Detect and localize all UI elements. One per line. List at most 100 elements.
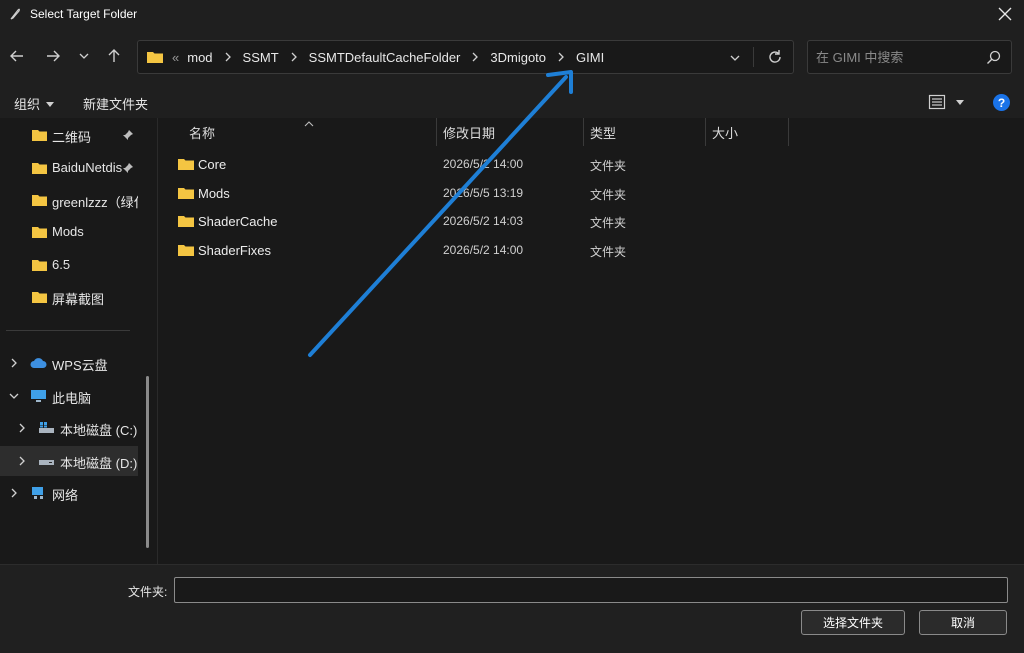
sidebar-item-this-pc[interactable]: 此电脑: [0, 381, 138, 411]
column-header-size[interactable]: 大小: [712, 118, 738, 146]
sidebar-item-wps-cloud[interactable]: WPS云盘: [0, 348, 138, 378]
breadcrumb-ssmt[interactable]: SSMT: [239, 50, 283, 65]
column-header-date[interactable]: 修改日期: [443, 118, 495, 146]
sidebar-item-baidunetdisk[interactable]: BaiduNetdisk: [0, 153, 138, 183]
sidebar-item-greenlzzz[interactable]: greenlzzz（绿化: [0, 185, 138, 215]
breadcrumb-mod[interactable]: mod: [183, 50, 216, 65]
sidebar-item-label: 屏幕截图: [52, 292, 105, 307]
sidebar-item-6-5[interactable]: 6.5: [0, 250, 138, 280]
sidebar-item-label: greenlzzz（绿化: [52, 195, 138, 210]
recent-locations-button[interactable]: [73, 45, 95, 67]
chevron-right-icon[interactable]: [16, 422, 28, 434]
folder-icon: [178, 188, 194, 199]
address-bar[interactable]: « mod SSMT SSMTDefaultCacheFolder 3Dmigo…: [137, 40, 794, 74]
chevron-down-icon[interactable]: [8, 390, 20, 402]
new-folder-label: 新建文件夹: [83, 97, 149, 112]
cloud-icon: [30, 358, 47, 368]
sidebar-item-mods[interactable]: Mods: [0, 217, 138, 247]
sidebar-item-label: WPS云盘: [52, 358, 108, 373]
column-divider[interactable]: [436, 118, 437, 146]
sort-ascending-icon: [304, 121, 314, 127]
column-divider[interactable]: [788, 118, 789, 146]
caret-down-icon: [46, 101, 55, 107]
column-divider[interactable]: [583, 118, 584, 146]
chevron-down-icon: [79, 53, 89, 59]
file-date: 2026/5/2 14:03: [443, 214, 524, 228]
sidebar-item-drive-c[interactable]: 本地磁盘 (C:): [0, 413, 138, 443]
file-type: 文件夹: [590, 216, 627, 230]
folder-icon: [32, 260, 47, 271]
change-view-button[interactable]: [928, 93, 968, 111]
sidebar-item-label: 二维码: [52, 130, 92, 145]
computer-icon: [31, 390, 46, 402]
column-header-name[interactable]: 名称: [189, 118, 215, 146]
refresh-icon[interactable]: [766, 48, 784, 66]
new-folder-button[interactable]: 新建文件夹: [83, 94, 148, 113]
arrow-right-icon: [47, 50, 60, 62]
navigation-pane: 二维码 BaiduNetdisk greenlzzz（绿化 Mods 6.5 屏…: [0, 118, 157, 564]
chevron-right-icon[interactable]: [8, 357, 20, 369]
folder-icon: [178, 159, 194, 170]
pin-icon[interactable]: [122, 162, 134, 174]
search-icon[interactable]: [986, 50, 1001, 65]
sidebar-item-network[interactable]: 网络: [0, 478, 138, 508]
sidebar-item-screenshots[interactable]: 屏幕截图: [0, 282, 138, 312]
back-button[interactable]: [6, 45, 28, 67]
sidebar-item-drive-d[interactable]: 本地磁盘 (D:): [0, 446, 138, 476]
organize-menu-button[interactable]: 组织: [14, 94, 55, 113]
chevron-right-icon[interactable]: [8, 487, 20, 499]
file-name: Mods: [198, 186, 230, 201]
command-bar: 组织 新建文件夹 ?: [0, 86, 1024, 118]
navigation-bar: « mod SSMT SSMTDefaultCacheFolder 3Dmigo…: [0, 28, 1024, 86]
folder-icon: [32, 292, 47, 303]
column-header-type[interactable]: 类型: [590, 118, 616, 146]
address-history-chevron-icon[interactable]: [728, 51, 742, 65]
divider: [753, 47, 754, 67]
pin-icon[interactable]: [122, 129, 134, 141]
caret-down-icon: [956, 100, 964, 105]
chevron-right-icon[interactable]: [222, 51, 234, 63]
folder-icon: [147, 52, 163, 63]
sidebar-item-qrcode[interactable]: 二维码: [0, 120, 138, 150]
breadcrumb-gimi[interactable]: GIMI: [572, 50, 608, 65]
cancel-button[interactable]: 取消: [919, 610, 1007, 635]
list-item[interactable]: Mods 2026/5/5 13:19 文件夹: [158, 179, 1024, 207]
file-date: 2026/5/2 14:00: [443, 157, 524, 171]
close-icon[interactable]: [994, 3, 1016, 25]
breadcrumb-overflow[interactable]: «: [168, 50, 183, 65]
folder-icon: [32, 195, 47, 206]
column-header-label: 大小: [712, 125, 739, 141]
dialog-footer: 文件夹: 选择文件夹 取消: [0, 564, 1024, 653]
file-date: 2026/5/5 13:19: [443, 186, 524, 200]
file-name: ShaderFixes: [198, 243, 271, 258]
arrow-left-icon: [10, 50, 23, 62]
folder-name-input[interactable]: [174, 577, 1008, 603]
search-box[interactable]: [807, 40, 1012, 74]
chevron-right-icon[interactable]: [288, 51, 300, 63]
file-type: 文件夹: [590, 245, 627, 259]
file-name: Core: [198, 157, 227, 172]
help-icon[interactable]: ?: [993, 94, 1010, 111]
file-date: 2026/5/2 14:00: [443, 243, 524, 257]
up-button[interactable]: [103, 45, 125, 67]
chevron-right-icon[interactable]: [16, 455, 28, 467]
file-type: 文件夹: [590, 159, 627, 173]
select-folder-button[interactable]: 选择文件夹: [801, 610, 905, 635]
list-item[interactable]: ShaderFixes 2026/5/2 14:00 文件夹: [158, 236, 1024, 264]
forward-button[interactable]: [42, 45, 64, 67]
column-header-label: 名称: [189, 125, 216, 141]
breadcrumb-3dmigoto[interactable]: 3Dmigoto: [486, 50, 550, 65]
sidebar-scrollbar[interactable]: [146, 376, 149, 548]
file-name: ShaderCache: [198, 214, 278, 229]
chevron-right-icon[interactable]: [469, 51, 481, 63]
list-item[interactable]: Core 2026/5/2 14:00 文件夹: [158, 150, 1024, 178]
sidebar-item-label: 网络: [52, 488, 79, 503]
breadcrumb: « mod SSMT SSMTDefaultCacheFolder 3Dmigo…: [146, 41, 608, 73]
search-input[interactable]: [816, 41, 976, 73]
list-item[interactable]: ShaderCache 2026/5/2 14:03 文件夹: [158, 207, 1024, 235]
folder-icon: [32, 163, 47, 174]
chevron-right-icon[interactable]: [555, 51, 567, 63]
breadcrumb-ssmtdefaultcachefolder[interactable]: SSMTDefaultCacheFolder: [305, 50, 465, 65]
column-divider[interactable]: [705, 118, 706, 146]
title-bar: Select Target Folder: [0, 0, 1024, 28]
